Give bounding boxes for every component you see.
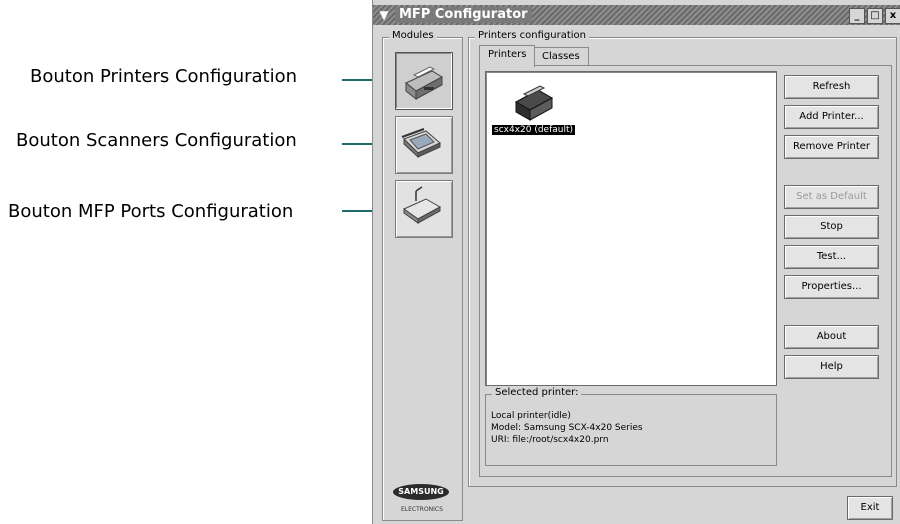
close-button[interactable]: x	[885, 8, 900, 24]
printer-model: Model: Samsung SCX-4x20 Series	[491, 423, 643, 433]
help-button[interactable]: Help	[784, 355, 879, 379]
printer-uri: URI: file:/root/scx4x20.prn	[491, 435, 609, 445]
printers-configuration-legend: Printers configuration	[475, 30, 589, 41]
about-button[interactable]: About	[784, 325, 879, 349]
printer-status: Local printer(idle)	[491, 411, 571, 421]
set-as-default-button[interactable]: Set as Default	[784, 185, 879, 209]
minimize-button[interactable]: _	[849, 8, 865, 24]
exit-button[interactable]: Exit	[847, 496, 893, 520]
printer-icon	[405, 66, 444, 101]
window-title: MFP Configurator	[395, 7, 532, 23]
maximize-button[interactable]: □	[867, 8, 883, 24]
printer-list[interactable]: scx4x20 (default)	[485, 71, 777, 386]
scanner-icon	[401, 128, 441, 159]
mfp-configurator-window: ▼ MFP Configurator _ □ x Modules SAMSUNG…	[372, 0, 900, 524]
printer-icon	[514, 85, 554, 121]
stop-button[interactable]: Stop	[784, 215, 879, 239]
tab-classes[interactable]: Classes	[533, 47, 589, 66]
callout-mfp-ports-configuration: Bouton MFP Ports Configuration	[8, 201, 294, 222]
printers-configuration-button[interactable]	[395, 52, 453, 110]
title-bar[interactable]: ▼ MFP Configurator _ □ x	[373, 5, 900, 25]
selected-printer-group: Selected printer: Local printer(idle) Mo…	[485, 387, 777, 466]
electronics-label: ELECTRONICS	[401, 506, 443, 513]
callout-printers-configuration: Bouton Printers Configuration	[30, 66, 298, 87]
scanners-configuration-button[interactable]	[395, 116, 453, 174]
samsung-logo: SAMSUNG	[393, 484, 449, 500]
properties-button[interactable]: Properties...	[784, 275, 879, 299]
modules-group: Modules SAMSUNG ELECTRONICS	[382, 30, 463, 521]
printer-list-item[interactable]: scx4x20 (default)	[486, 72, 586, 142]
callout-scanners-configuration: Bouton Scanners Configuration	[16, 130, 297, 151]
test-button[interactable]: Test...	[784, 245, 879, 269]
port-icon	[403, 186, 442, 224]
add-printer-button[interactable]: Add Printer...	[784, 105, 879, 129]
remove-printer-button[interactable]: Remove Printer	[784, 135, 879, 159]
printer-name: scx4x20 (default)	[492, 125, 576, 135]
refresh-button[interactable]: Refresh	[784, 75, 879, 99]
mfp-ports-configuration-button[interactable]	[395, 180, 453, 238]
selected-printer-legend: Selected printer:	[492, 387, 582, 398]
tab-printers[interactable]: Printers	[479, 45, 536, 67]
modules-legend: Modules	[389, 30, 437, 41]
window-menu-icon[interactable]: ▼	[376, 7, 392, 23]
